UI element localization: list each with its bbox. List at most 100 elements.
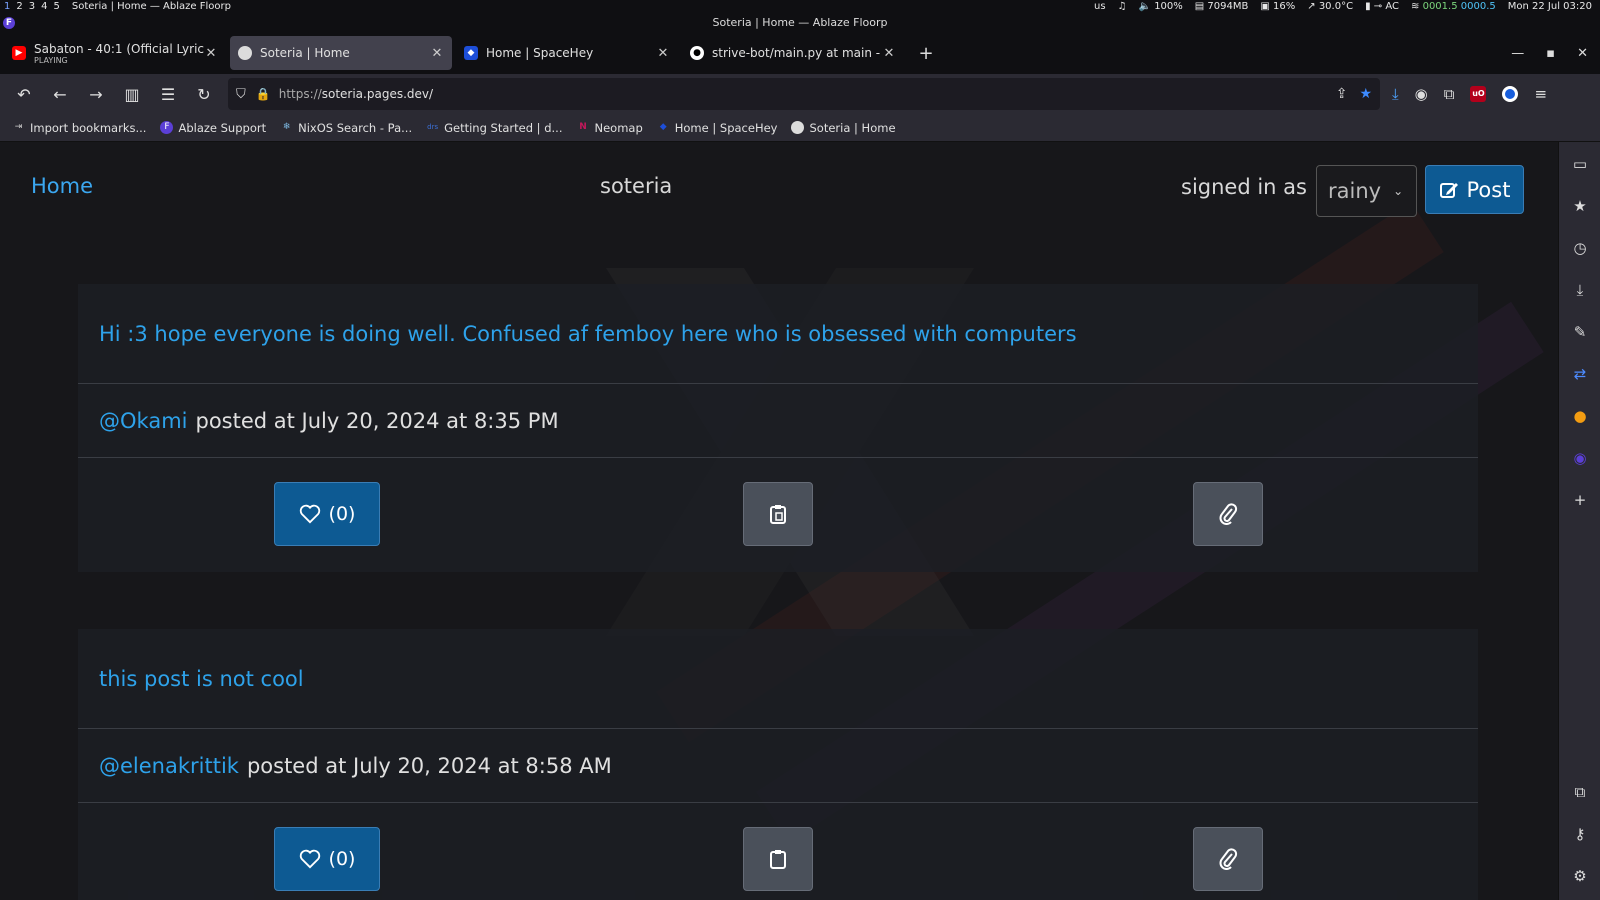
post-actions: (0) bbox=[78, 803, 1478, 900]
account-icon[interactable]: ◉ bbox=[1415, 85, 1428, 103]
attach-button[interactable] bbox=[1193, 827, 1263, 891]
undo-close-tab-icon[interactable]: ↶ bbox=[10, 80, 38, 108]
net-up-value: 0001.5 bbox=[1422, 1, 1458, 12]
back-icon[interactable]: ← bbox=[46, 80, 74, 108]
star-icon[interactable]: ★ bbox=[1570, 196, 1590, 216]
volume-value: 100% bbox=[1154, 1, 1183, 12]
shield-icon[interactable]: ⛉ bbox=[236, 87, 246, 102]
clock-icon[interactable]: ◷ bbox=[1570, 238, 1590, 258]
tree-tabs-icon[interactable]: ☰ bbox=[154, 80, 182, 108]
post-actions: (0) bbox=[78, 458, 1478, 572]
ablaze-icon: F bbox=[160, 121, 174, 134]
maximize-icon[interactable]: ▪ bbox=[1546, 46, 1555, 61]
github-favicon-icon: ● bbox=[690, 46, 704, 60]
close-window-icon[interactable]: ✕ bbox=[1577, 46, 1588, 61]
post-meta: @Okami posted at July 20, 2024 at 8:35 P… bbox=[78, 384, 1478, 458]
extensions-icon[interactable]: ⧉ bbox=[1444, 85, 1455, 103]
key-icon[interactable]: ⚷ bbox=[1570, 824, 1590, 844]
minimize-icon[interactable]: — bbox=[1511, 46, 1524, 61]
tab-spacehey[interactable]: ◆ Home | SpaceHey ✕ bbox=[456, 36, 678, 70]
user-select[interactable]: rainy ⌄ bbox=[1316, 165, 1417, 217]
edit-icon bbox=[1439, 182, 1458, 198]
home-link[interactable]: Home bbox=[31, 174, 93, 198]
workspace-3[interactable]: 3 bbox=[29, 0, 35, 14]
spacehey-icon: ◆ bbox=[659, 122, 667, 132]
translate-icon[interactable]: ⇄ bbox=[1570, 364, 1590, 384]
bookmark-ablaze-support[interactable]: F Ablaze Support bbox=[160, 121, 266, 135]
workspace-4[interactable]: 4 bbox=[41, 0, 47, 14]
workspace-1[interactable]: 1 bbox=[4, 0, 10, 14]
floorp-icon[interactable]: ◉ bbox=[1570, 448, 1590, 468]
temperature-readout: ↗ 30.0°C bbox=[1307, 0, 1353, 14]
bookmark-getting-started[interactable]: drs Getting Started | d... bbox=[426, 121, 562, 135]
download-icon[interactable]: ⤓ bbox=[1570, 280, 1590, 300]
bookmarks-bar: ⇥ Import bookmarks... F Ablaze Support ❄ Ni… bbox=[0, 114, 1600, 142]
bookmark-label: NixOS Search - Pa... bbox=[298, 120, 413, 135]
bookmark-label: Ablaze Support bbox=[178, 120, 267, 135]
post-author-link[interactable]: @Okami bbox=[99, 409, 187, 433]
like-button[interactable]: (0) bbox=[274, 827, 380, 891]
bookmark-nixos-search[interactable]: ❄ NixOS Search - Pa... bbox=[280, 121, 412, 135]
fruit-icon[interactable]: ● bbox=[1570, 406, 1590, 426]
downloads-icon[interactable]: ⤓ bbox=[1392, 85, 1399, 103]
status-indicators: us ♫ 🔈 100% ▤ 7094MB ▣ 16% ↗ 30.0°C ▮ ⊸ … bbox=[1094, 0, 1600, 14]
power-value: AC bbox=[1385, 1, 1399, 12]
close-tab-icon[interactable]: ✕ bbox=[430, 46, 444, 61]
bookmark-spacehey[interactable]: ◆ Home | SpaceHey bbox=[657, 121, 778, 135]
chevron-down-icon: ⌄ bbox=[1393, 184, 1404, 198]
web-page: Home soteria signed in as rainy ⌄ Post H… bbox=[0, 142, 1558, 900]
tab-label: Sabaton - 40:1 (Official Lyric V PLAYING bbox=[34, 42, 204, 65]
new-post-button[interactable]: Post bbox=[1425, 165, 1524, 214]
username-value: rainy bbox=[1328, 179, 1382, 203]
url-scheme: https:// bbox=[278, 87, 322, 101]
tab-github[interactable]: ● strive-bot/main.py at main - r ✕ bbox=[682, 36, 904, 70]
workspace-5[interactable]: 5 bbox=[54, 0, 60, 14]
extension-icon[interactable]: ⧉ bbox=[1570, 782, 1590, 802]
add-panel-icon[interactable]: + bbox=[1570, 490, 1590, 510]
pencil-icon[interactable]: ✎ bbox=[1570, 322, 1590, 342]
tab-sabaton[interactable]: ▶ Sabaton - 40:1 (Official Lyric V PLAYI… bbox=[4, 36, 226, 70]
briefcase-icon[interactable]: ▭ bbox=[1570, 154, 1590, 174]
bookmark-label: Getting Started | d... bbox=[444, 120, 563, 135]
wifi-icon: ≋ bbox=[1411, 1, 1420, 12]
share-icon[interactable]: ⇪ bbox=[1336, 86, 1348, 102]
lock-icon[interactable]: 🔒 bbox=[256, 87, 271, 101]
paperclip-icon bbox=[1219, 503, 1238, 525]
copy-button[interactable] bbox=[743, 827, 813, 891]
post-meta: @elenakrittik posted at July 20, 2024 at… bbox=[78, 729, 1478, 803]
power-readout: ▮ ⊸ AC bbox=[1365, 0, 1399, 14]
menu-icon[interactable]: ≡ bbox=[1534, 85, 1547, 103]
settings-gear-icon[interactable]: ⚙ bbox=[1570, 866, 1590, 886]
close-tab-icon[interactable]: ✕ bbox=[204, 46, 218, 61]
browser-sidebar: ▭ ★ ◷ ⤓ ✎ ⇄ ● ◉ + ⧉ ⚷ ⚙ bbox=[1558, 142, 1600, 900]
bookmark-import[interactable]: ⇥ Import bookmarks... bbox=[12, 121, 147, 135]
post-author-link[interactable]: @elenakrittik bbox=[99, 754, 239, 778]
import-icon: ⇥ bbox=[14, 122, 23, 132]
memory-readout: ▤ 7094MB bbox=[1195, 0, 1249, 14]
signed-in-label: signed in as bbox=[1181, 175, 1307, 199]
bookmark-star-icon[interactable]: ★ bbox=[1359, 86, 1372, 102]
forward-icon[interactable]: → bbox=[82, 80, 110, 108]
net-down-value: 0000.5 bbox=[1460, 1, 1496, 12]
tab-title: Home | SpaceHey bbox=[486, 46, 594, 60]
workspace-2[interactable]: 2 bbox=[16, 0, 22, 14]
reload-icon[interactable]: ↻ bbox=[190, 80, 218, 108]
ublock-icon[interactable]: uO bbox=[1470, 86, 1487, 102]
new-tab-icon[interactable]: + bbox=[914, 43, 938, 64]
sidebar-toggle-icon[interactable]: ▥ bbox=[118, 80, 146, 108]
tab-soteria[interactable]: Soteria | Home ✕ bbox=[230, 36, 452, 70]
clipboard-icon bbox=[770, 505, 786, 524]
attach-button[interactable] bbox=[1193, 482, 1263, 546]
copy-button[interactable] bbox=[743, 482, 813, 546]
like-button[interactable]: (0) bbox=[274, 482, 380, 546]
post-message-text: Hi :3 hope everyone is doing well. Confu… bbox=[99, 321, 1077, 346]
url-text[interactable]: https://soteria.pages.dev/ bbox=[279, 87, 1336, 101]
bookmark-neomap[interactable]: N Neomap bbox=[576, 121, 643, 135]
floorp-logo-icon[interactable]: F bbox=[3, 17, 15, 29]
bookmark-soteria[interactable]: Soteria | Home bbox=[791, 121, 896, 135]
bitwarden-icon[interactable] bbox=[1502, 86, 1519, 102]
close-tab-icon[interactable]: ✕ bbox=[656, 46, 670, 61]
url-bar[interactable]: ⛉ 🔒 https://soteria.pages.dev/ ⇪ ★ bbox=[228, 78, 1380, 110]
close-tab-icon[interactable]: ✕ bbox=[882, 46, 896, 61]
window-controls: — ▪ ✕ bbox=[1511, 46, 1600, 61]
